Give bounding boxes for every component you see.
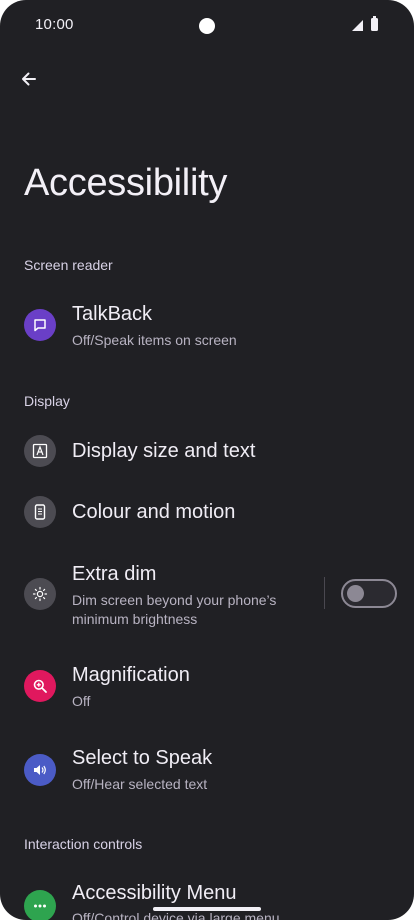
display-size-title: Display size and text — [72, 440, 256, 462]
magnification-item[interactable]: Magnification Off — [0, 652, 414, 722]
status-time: 10:00 — [35, 16, 74, 33]
text-size-icon — [24, 435, 56, 467]
back-button[interactable] — [14, 64, 44, 94]
extra-dim-subtitle-line1: Dim screen beyond your phone’s — [72, 592, 277, 608]
section-header-screen-reader: Screen reader — [24, 257, 113, 273]
phone-screen: 10:00 Accessibility Screen reader TalkBa… — [0, 0, 414, 920]
section-header-display: Display — [24, 393, 70, 409]
select-to-speak-title: Select to Speak — [72, 747, 213, 769]
more-dots-icon — [24, 890, 56, 920]
extra-dim-toggle[interactable] — [341, 579, 397, 608]
magnification-title: Magnification — [72, 664, 190, 686]
page-title: Accessibility — [24, 162, 228, 204]
magnify-icon — [24, 670, 56, 702]
status-bar: 10:00 — [0, 0, 414, 52]
talkback-item[interactable]: TalkBack Off/Speak items on screen — [0, 295, 414, 361]
accessibility-menu-title: Accessibility Menu — [72, 882, 237, 904]
section-header-interaction-controls: Interaction controls — [24, 836, 143, 852]
toggle-knob — [347, 585, 364, 602]
talkback-subtitle: Off/Speak items on screen — [72, 332, 237, 348]
extra-dim-title: Extra dim — [72, 563, 157, 585]
phone-display-icon — [24, 496, 56, 528]
accessibility-menu-item[interactable]: Accessibility Menu Off/Control device vi… — [0, 872, 414, 920]
colour-motion-title: Colour and motion — [72, 501, 236, 523]
extra-dim-divider — [324, 577, 325, 609]
battery-icon — [371, 16, 378, 31]
talkback-title: TalkBack — [72, 303, 153, 325]
back-arrow-icon — [22, 72, 36, 86]
brightness-icon — [24, 578, 56, 610]
select-to-speak-subtitle: Off/Hear selected text — [72, 776, 208, 792]
speaker-icon — [24, 754, 56, 786]
signal-icon — [352, 20, 363, 31]
magnification-subtitle: Off — [72, 693, 91, 709]
camera-cutout — [199, 18, 215, 34]
select-to-speak-item[interactable]: Select to Speak Off/Hear selected text — [0, 736, 414, 806]
talkback-icon — [24, 309, 56, 341]
display-size-item[interactable]: Display size and text — [0, 426, 414, 476]
colour-motion-item[interactable]: Colour and motion — [0, 487, 414, 537]
extra-dim-subtitle-line2: minimum brightness — [72, 611, 198, 627]
gesture-nav-bar[interactable] — [153, 907, 261, 911]
